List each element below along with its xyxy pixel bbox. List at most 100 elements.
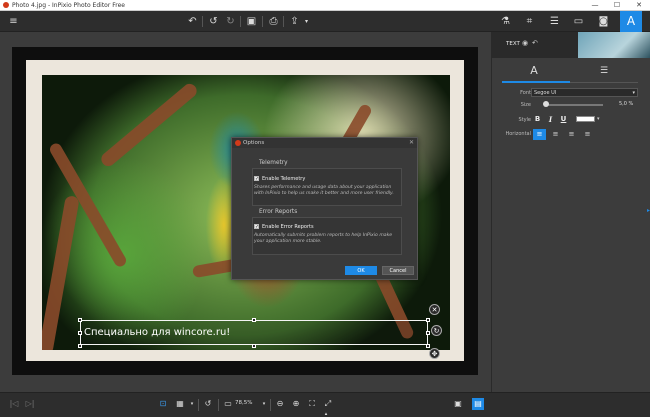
maximize-button[interactable]: ☐ [606,0,628,11]
size-label: Size [520,102,531,108]
zoom-value: 78,5% [235,400,253,406]
panel-view-icon[interactable]: ▤ [472,398,484,410]
font-select[interactable]: Segoe UI ▾ [531,88,638,97]
reset-icon[interactable]: ↶ [532,39,538,47]
toolbar-divider [240,16,241,27]
align-left-icon[interactable]: ≡ [533,129,546,140]
share-dropdown-chevron-down-icon[interactable]: ▾ [299,14,314,29]
thumbnail-view-icon[interactable]: ▣ [452,398,464,410]
dialog-close-icon[interactable]: ✕ [409,138,414,148]
options-dialog: Options ✕ Telemetry ✓ Enable Telemetry S… [231,137,418,280]
enable-error-reports-label: Enable Error Reports [262,224,314,230]
active-tab-indicator [502,81,570,83]
crop-icon[interactable]: ⌗ [522,14,537,29]
save-icon[interactable]: ▣ [244,14,259,29]
style-label: Style [518,117,531,123]
rotate-view-icon[interactable]: ↺ [202,398,214,410]
minimize-button[interactable]: — [584,0,606,11]
menu-icon[interactable]: ≡ [6,14,21,29]
font-label: Font [520,90,531,96]
tab-text[interactable]: A [524,62,544,80]
expand-up-icon[interactable]: ▴ [320,408,332,417]
zoom-out-icon[interactable]: ⊖ [274,398,286,410]
align-right-icon[interactable]: ≡ [565,129,578,140]
preview-thumbnail [578,32,650,58]
zoom-in-icon[interactable]: ⊕ [290,398,302,410]
app-logo-icon [3,2,9,8]
sliders-icon[interactable]: ☰ [547,14,562,29]
window-title: Photo 4.jpg - InPixio Photo Editor Free [12,1,125,9]
enable-error-reports-checkbox[interactable]: ✓ [254,224,259,230]
delete-text-icon[interactable]: ✕ [429,304,440,315]
image-size-icon[interactable]: ▭ [222,398,234,410]
branch-shape [98,81,200,169]
italic-button[interactable]: I [546,115,555,124]
tab-paragraph[interactable]: ☰ [594,62,614,80]
bottom-divider [198,399,199,411]
bottom-bar: |◁ ▷| ⊡ ▦ ▾ ↺ ▭ 78,5% ▾ ⊖ ⊕ ⛶ ⤢ ▴ ▣ ▤ [0,392,650,417]
enable-telemetry-label: Enable Telemetry [262,176,306,182]
enable-telemetry-checkbox[interactable]: ✓ [254,176,259,182]
fit-view-icon[interactable]: ⊡ [157,398,169,410]
print-icon[interactable]: ⎙ [266,14,281,29]
align-justify-icon[interactable]: ≡ [581,129,594,140]
resize-handle[interactable] [426,331,430,335]
zoom-chevron-down-icon[interactable]: ▾ [258,398,270,410]
chevron-down-icon: ▾ [632,90,635,96]
previous-image-icon[interactable]: |◁ [8,398,20,410]
dialog-title-bar: Options ✕ [232,138,417,148]
resize-handle[interactable] [426,344,430,348]
size-slider-handle[interactable] [543,101,549,107]
resize-handle[interactable] [426,318,430,322]
size-value: 5,0 % [619,101,634,107]
undo-all-icon[interactable]: ↶ [185,14,200,29]
compare-view-icon[interactable]: ▦ [174,398,186,410]
undo-icon[interactable]: ↺ [206,14,221,29]
bold-button[interactable]: B [533,115,542,124]
text-icon[interactable]: A [620,11,642,32]
top-toolbar: ≡ ↶ ↺ ↻ ▣ ⎙ ⇪ ▾ ⚗ ⌗ ☰ ▭ ◙ A [0,11,650,32]
text-panel-header: TEXT ◉ ↶ [492,32,650,58]
frame-icon[interactable]: ▭ [571,14,586,29]
vignette-icon[interactable]: ◙ [596,14,611,29]
app-logo-icon [235,140,241,146]
cancel-button[interactable]: Cancel [382,266,414,275]
error-reports-section-title: Error Reports [259,209,298,215]
flask-icon[interactable]: ⚗ [498,14,513,29]
close-window-button[interactable]: ✕ [628,0,650,11]
font-select-value: Segoe UI [534,90,557,96]
resize-handle[interactable] [78,331,82,335]
actual-size-icon[interactable]: ⛶ [306,398,318,410]
underline-button[interactable]: U [559,115,568,124]
bottom-divider [218,399,219,411]
redo-icon[interactable]: ↻ [223,14,238,29]
text-panel-label: TEXT [506,41,520,47]
text-overlay-box[interactable]: Специально для wincore.ru! [80,320,428,345]
size-slider-track[interactable] [545,104,603,106]
bottom-divider [270,399,271,411]
rotate-text-icon[interactable]: ↻ [431,325,442,336]
resize-handle[interactable] [252,318,256,322]
ok-button[interactable]: OK [345,266,377,275]
toolbar-divider [202,16,203,27]
text-color-swatch[interactable] [576,116,595,122]
title-bar: Photo 4.jpg - InPixio Photo Editor Free … [0,0,650,11]
toolbar-divider [262,16,263,27]
resize-handle[interactable] [252,344,256,348]
eye-icon[interactable]: ◉ [522,39,528,47]
right-panel: TEXT ◉ ↶ A ☰ Font Segoe UI ▾ Size 5,0 % … [491,32,650,392]
dialog-title: Options [243,140,265,146]
telemetry-section-title: Telemetry [259,160,288,166]
color-chevron-down-icon[interactable]: ▾ [597,116,600,122]
horizontal-label: Horizontal [505,131,531,137]
toolbar-divider [283,16,284,27]
next-image-icon[interactable]: ▷| [24,398,36,410]
telemetry-description: Shares performance and usage data about … [254,185,394,196]
resize-handle[interactable] [78,344,82,348]
compare-chevron-down-icon[interactable]: ▾ [186,398,198,410]
move-text-icon[interactable]: ✥ [429,348,440,359]
align-center-icon[interactable]: ≡ [549,129,562,140]
branch-shape [42,194,80,350]
resize-handle[interactable] [78,318,82,322]
error-reports-description: Automatically submits problem reports to… [254,233,393,244]
